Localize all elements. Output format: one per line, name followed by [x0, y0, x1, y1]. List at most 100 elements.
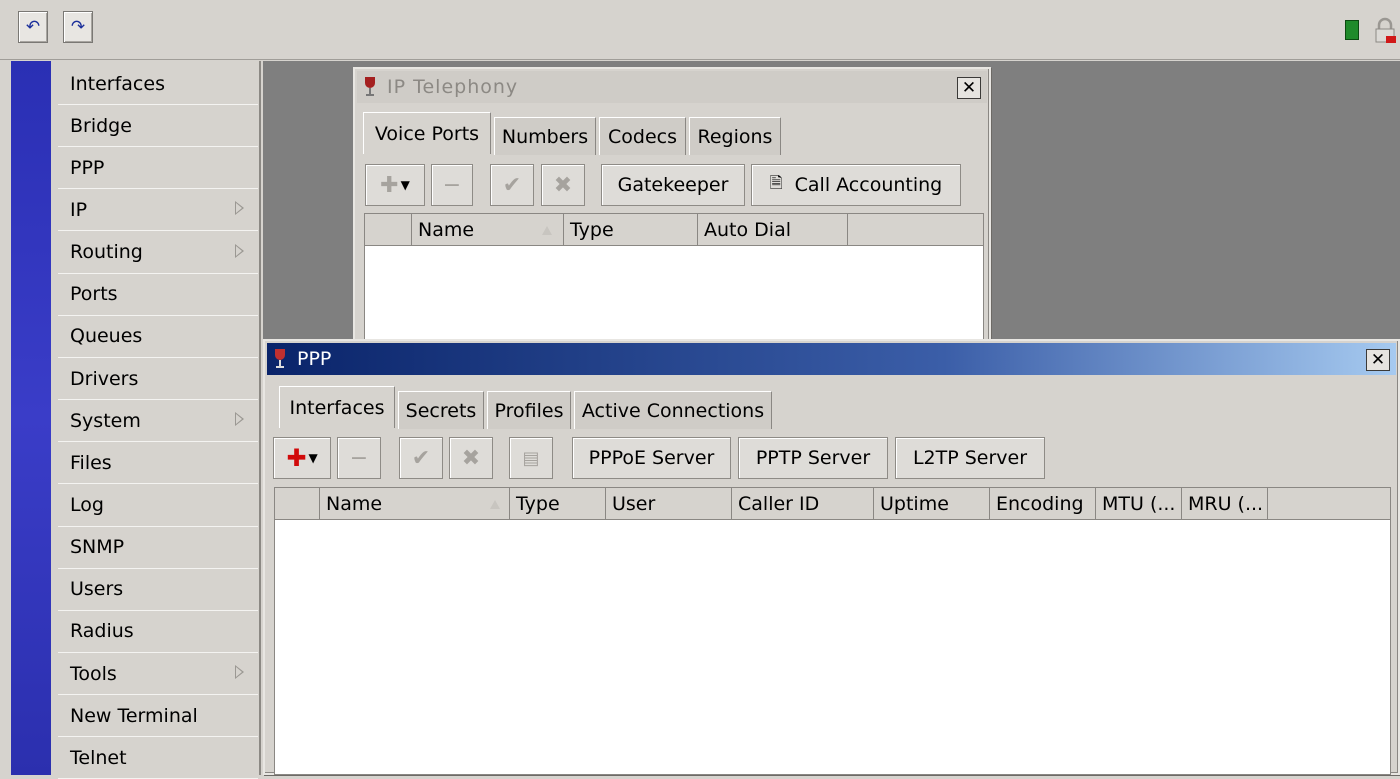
lock-icon [1375, 17, 1396, 43]
enable-button[interactable]: ✔ [399, 437, 443, 479]
redo-icon: ↷ [70, 17, 86, 37]
sidebar-item-label: Bridge [70, 114, 132, 137]
sidebar-item-new-terminal[interactable]: New Terminal [58, 695, 258, 738]
sidebar-item-routing[interactable]: Routing [58, 232, 258, 274]
sidebar-item-label: Tools [70, 662, 117, 685]
sidebar-item-label: Interfaces [70, 72, 165, 95]
column-header-user[interactable]: User [606, 488, 732, 519]
sidebar-item-drivers[interactable]: Drivers [58, 358, 258, 401]
close-icon: ✕ [1370, 349, 1386, 370]
main-toolbar: ↶ ↷ [0, 0, 1400, 60]
sidebar-item-bridge[interactable]: Bridge [58, 105, 258, 148]
enable-button[interactable]: ✔ [490, 164, 534, 206]
tab-profiles[interactable]: Profiles [487, 391, 571, 429]
ppp-titlebar[interactable]: PPP ✕ [267, 343, 1396, 375]
sidebar-item-label: System [70, 409, 141, 432]
column-label: Name [418, 218, 475, 241]
check-icon: ✔ [411, 445, 431, 471]
sidebar-item-files[interactable]: Files [58, 442, 258, 485]
column-header-name[interactable]: Name [412, 214, 564, 245]
sidebar-item-label: Users [70, 578, 124, 601]
sidebar-item-users[interactable]: Users [58, 569, 258, 611]
disable-button[interactable]: ✖ [449, 437, 493, 479]
sidebar-menu: Interfaces Bridge PPP IP Routing Ports Queues D… [51, 61, 261, 779]
undo-icon: ↶ [25, 17, 41, 37]
table-header: Name Type User Caller ID Uptime Encoding… [275, 488, 1390, 520]
sidebar-item-label: Telnet [70, 746, 127, 769]
ppp-window: PPP ✕ Interfaces Secrets Profiles Active… [263, 339, 1400, 775]
tab-voice-ports[interactable]: Voice Ports [363, 112, 491, 154]
column-header-mtu[interactable]: MTU (... [1096, 488, 1182, 519]
sidebar-item-log[interactable]: Log [58, 485, 258, 527]
gatekeeper-button[interactable]: Gatekeeper [601, 164, 745, 206]
column-header-type[interactable]: Type [510, 488, 606, 519]
column-label: Encoding [996, 492, 1084, 515]
column-header-name[interactable]: Name [320, 488, 510, 519]
sidebar-item-snmp[interactable]: SNMP [58, 527, 258, 569]
sidebar-item-ip[interactable]: IP [58, 189, 258, 232]
remove-button[interactable]: − [337, 437, 381, 479]
sidebar-item-tools[interactable]: Tools [58, 653, 258, 696]
tab-secrets[interactable]: Secrets [398, 391, 484, 429]
l2tp-server-button[interactable]: L2TP Server [895, 437, 1045, 479]
column-header-type[interactable]: Type [564, 214, 698, 245]
pptp-server-button[interactable]: PPTP Server [738, 437, 888, 479]
tab-numbers[interactable]: Numbers [494, 117, 596, 155]
plus-icon: ✚ [380, 172, 399, 198]
sidebar-item-telnet[interactable]: Telnet [58, 737, 258, 779]
column-header-mru[interactable]: MRU (... [1182, 488, 1268, 519]
tab-label: Codecs [608, 125, 677, 148]
sidebar-item-interfaces[interactable]: Interfaces [58, 63, 258, 105]
sidebar-item-radius[interactable]: Radius [58, 611, 258, 653]
pppoe-server-button[interactable]: PPPoE Server [572, 437, 731, 479]
tab-regions[interactable]: Regions [689, 117, 781, 155]
call-accounting-button[interactable]: 🗎 Call Accounting [751, 164, 961, 206]
column-label: Name [326, 492, 383, 515]
sidebar-item-system[interactable]: System [58, 400, 258, 443]
button-label: Call Accounting [794, 174, 943, 196]
wine-glass-icon [365, 77, 375, 96]
column-header-auto-dial[interactable]: Auto Dial [698, 214, 848, 245]
sidebar-item-queues[interactable]: Queues [58, 316, 258, 358]
sidebar-item-ppp[interactable]: PPP [58, 147, 258, 190]
disable-button[interactable]: ✖ [541, 164, 585, 206]
voice-ports-table: Name Type Auto Dial [364, 213, 984, 353]
button-label: PPPoE Server [588, 447, 715, 469]
sidebar-item-label: New Terminal [70, 704, 198, 727]
close-button[interactable]: ✕ [1366, 349, 1390, 371]
column-header-caller-id[interactable]: Caller ID [732, 488, 874, 519]
add-menu-button[interactable]: ✚ ▼ [365, 164, 425, 206]
sort-ascending-icon [490, 500, 500, 509]
tab-codecs[interactable]: Codecs [599, 117, 686, 155]
undo-button[interactable]: ↶ [18, 11, 48, 43]
minus-icon: − [349, 445, 369, 471]
remove-button[interactable]: − [431, 164, 473, 206]
column-header-spacer [275, 488, 320, 519]
column-label: Uptime [880, 492, 949, 515]
ppp-interfaces-table: Name Type User Caller ID Uptime Encoding… [274, 487, 1391, 775]
sidebar-item-label: Queues [70, 325, 143, 348]
column-header-uptime[interactable]: Uptime [874, 488, 990, 519]
sidebar-item-label: PPP [70, 156, 105, 179]
connection-status-indicator [1345, 20, 1359, 40]
tab-interfaces[interactable]: Interfaces [279, 386, 395, 428]
ip-telephony-titlebar[interactable]: IP Telephony ✕ [357, 71, 987, 103]
add-menu-button[interactable]: ✚ ▼ [273, 437, 331, 479]
plus-icon: ✚ [286, 444, 307, 472]
column-header-encoding[interactable]: Encoding [990, 488, 1096, 519]
table-header: Name Type Auto Dial [365, 214, 983, 246]
sort-ascending-icon [542, 226, 552, 235]
cross-icon: ✖ [553, 172, 573, 198]
redo-button[interactable]: ↷ [63, 11, 93, 43]
comment-button[interactable]: ▤ [509, 437, 553, 479]
column-label: Type [570, 218, 614, 241]
tab-active-connections[interactable]: Active Connections [574, 391, 772, 429]
sidebar-item-label: Log [70, 494, 104, 516]
close-button[interactable]: ✕ [957, 77, 981, 99]
column-label: Type [516, 492, 560, 515]
submenu-arrow-icon [235, 665, 244, 680]
tab-label: Interfaces [289, 396, 385, 419]
check-icon: ✔ [502, 172, 522, 198]
submenu-arrow-icon [235, 243, 244, 258]
sidebar-item-ports[interactable]: Ports [58, 274, 258, 316]
